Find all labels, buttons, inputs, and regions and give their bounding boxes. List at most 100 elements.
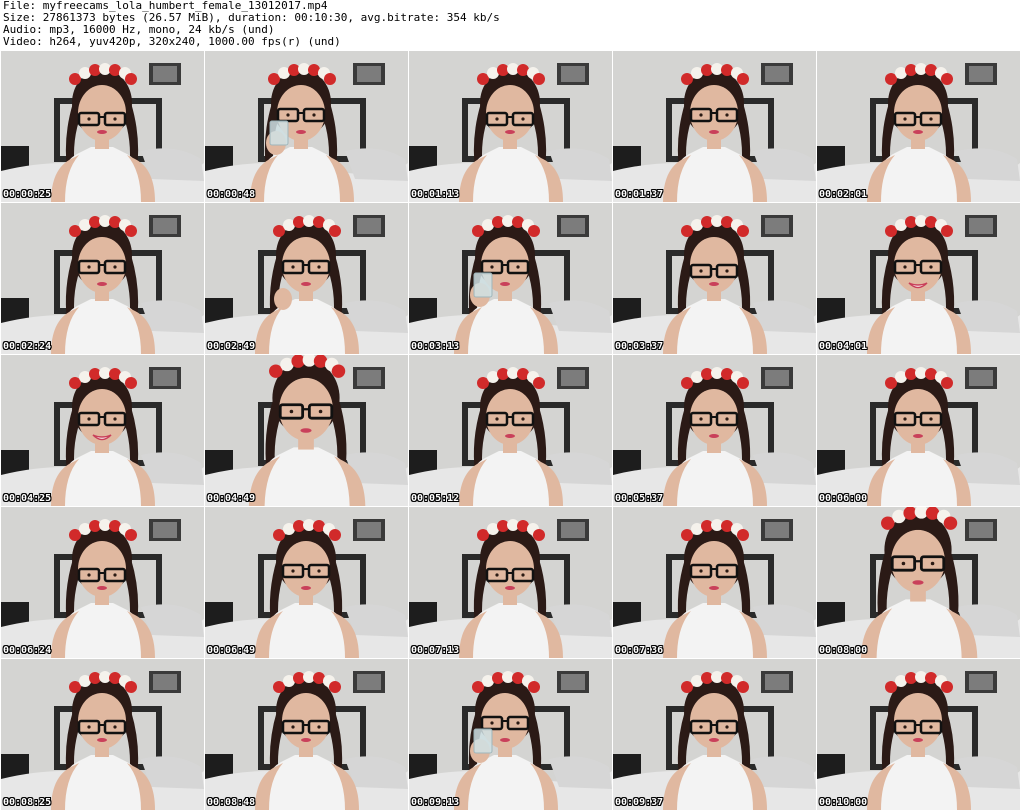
mouth [500,738,510,742]
eye-left [903,117,907,121]
eye-right [725,569,729,573]
video-thumbnail: 00:10:00 [817,659,1020,810]
flower [69,73,81,85]
thumbnail-image [817,355,1020,506]
video-thumbnail: 00:04:49 [205,355,408,506]
flower [528,225,540,237]
thumbnail-image [205,659,408,810]
eye-left [495,573,499,577]
video-info-line: Video: h264, yuv420p, 320x240, 1000.00 f… [3,35,341,48]
eye-left [903,725,907,729]
eye-right [516,265,520,269]
flower [885,681,897,693]
mouth [709,130,719,134]
thumbnail-image [1,203,204,354]
video-thumbnail: 00:02:49 [205,203,408,354]
wall-picture-inner [765,370,789,386]
wall-picture-inner [969,674,993,690]
flower [472,681,484,693]
hand [274,288,292,310]
flower [737,529,749,541]
eye-left [87,265,91,269]
video-thumbnail: 00:01:13 [409,51,612,202]
flower [941,225,953,237]
wall-picture-inner [969,370,993,386]
eye-right [317,725,321,729]
eye-right [317,265,321,269]
thumbnail-image [613,659,816,810]
video-thumbnail: 00:06:24 [1,507,204,658]
video-thumbnail: 00:03:37 [613,203,816,354]
video-thumbnail: 00:04:01 [817,203,1020,354]
mouth [301,586,311,590]
thumbnail-image [613,507,816,658]
wall-picture-inner [561,218,585,234]
eye-left [699,269,703,273]
flower [533,73,545,85]
flower [681,529,693,541]
eye-right [930,561,935,566]
wall-picture-inner [561,674,585,690]
wall-picture-inner [357,370,381,386]
video-thumbnail: 00:08:25 [1,659,204,810]
eye-right [725,113,729,117]
flower [125,73,137,85]
eye-left [87,417,91,421]
mouth [301,282,311,286]
flower [681,681,693,693]
eye-right [929,725,933,729]
wall-picture-inner [153,674,177,690]
thumbnail-image [1,659,204,810]
eye-left [495,117,499,121]
eye-left [291,569,295,573]
video-thumbnail: 00:09:37 [613,659,816,810]
eye-left [699,113,703,117]
flower [69,529,81,541]
wall-picture-inner [153,522,177,538]
thumbnail-timestamp: 00:07:36 [615,645,664,656]
eye-left [699,569,703,573]
mouth [500,282,510,286]
thumbnail-timestamp: 00:02:49 [207,341,256,352]
wall-picture-inner [357,522,381,538]
flower [528,681,540,693]
thumbnail-timestamp: 00:08:25 [3,797,52,808]
eye-right [521,117,525,121]
wall-picture-inner [357,218,381,234]
eye-right [516,721,520,725]
flower [477,377,489,389]
eye-right [725,269,729,273]
eye-right [929,117,933,121]
thumbnail-image [613,51,816,202]
thumbnail-image [409,507,612,658]
video-thumbnail: 00:00:25 [1,51,204,202]
mouth [709,434,719,438]
thumbnail-timestamp: 00:01:37 [615,189,664,200]
eye-left [286,113,290,117]
thumbnail-timestamp: 00:09:13 [411,797,460,808]
flower [737,73,749,85]
eye-left [490,721,494,725]
video-thumbnail: 00:02:24 [1,203,204,354]
thumbnail-timestamp: 00:00:48 [207,189,256,200]
wall-picture-inner [153,218,177,234]
video-thumbnail: 00:04:25 [1,355,204,506]
mouth [912,580,924,585]
thumbnail-image [1,507,204,658]
flower [125,377,137,389]
wall-picture-inner [765,66,789,82]
water-glass [269,120,289,146]
flower [269,364,283,378]
flower [477,73,489,85]
eye-left [903,417,907,421]
video-thumbnail: 00:01:37 [613,51,816,202]
eye-right [725,725,729,729]
flower [324,73,336,85]
flower [885,377,897,389]
flower [681,73,693,85]
eye-left [87,117,91,121]
eye-left [87,725,91,729]
video-thumbnail: 00:02:01 [817,51,1020,202]
video-thumbnail: 00:05:12 [409,355,612,506]
thumbnail-timestamp: 00:03:13 [411,341,460,352]
